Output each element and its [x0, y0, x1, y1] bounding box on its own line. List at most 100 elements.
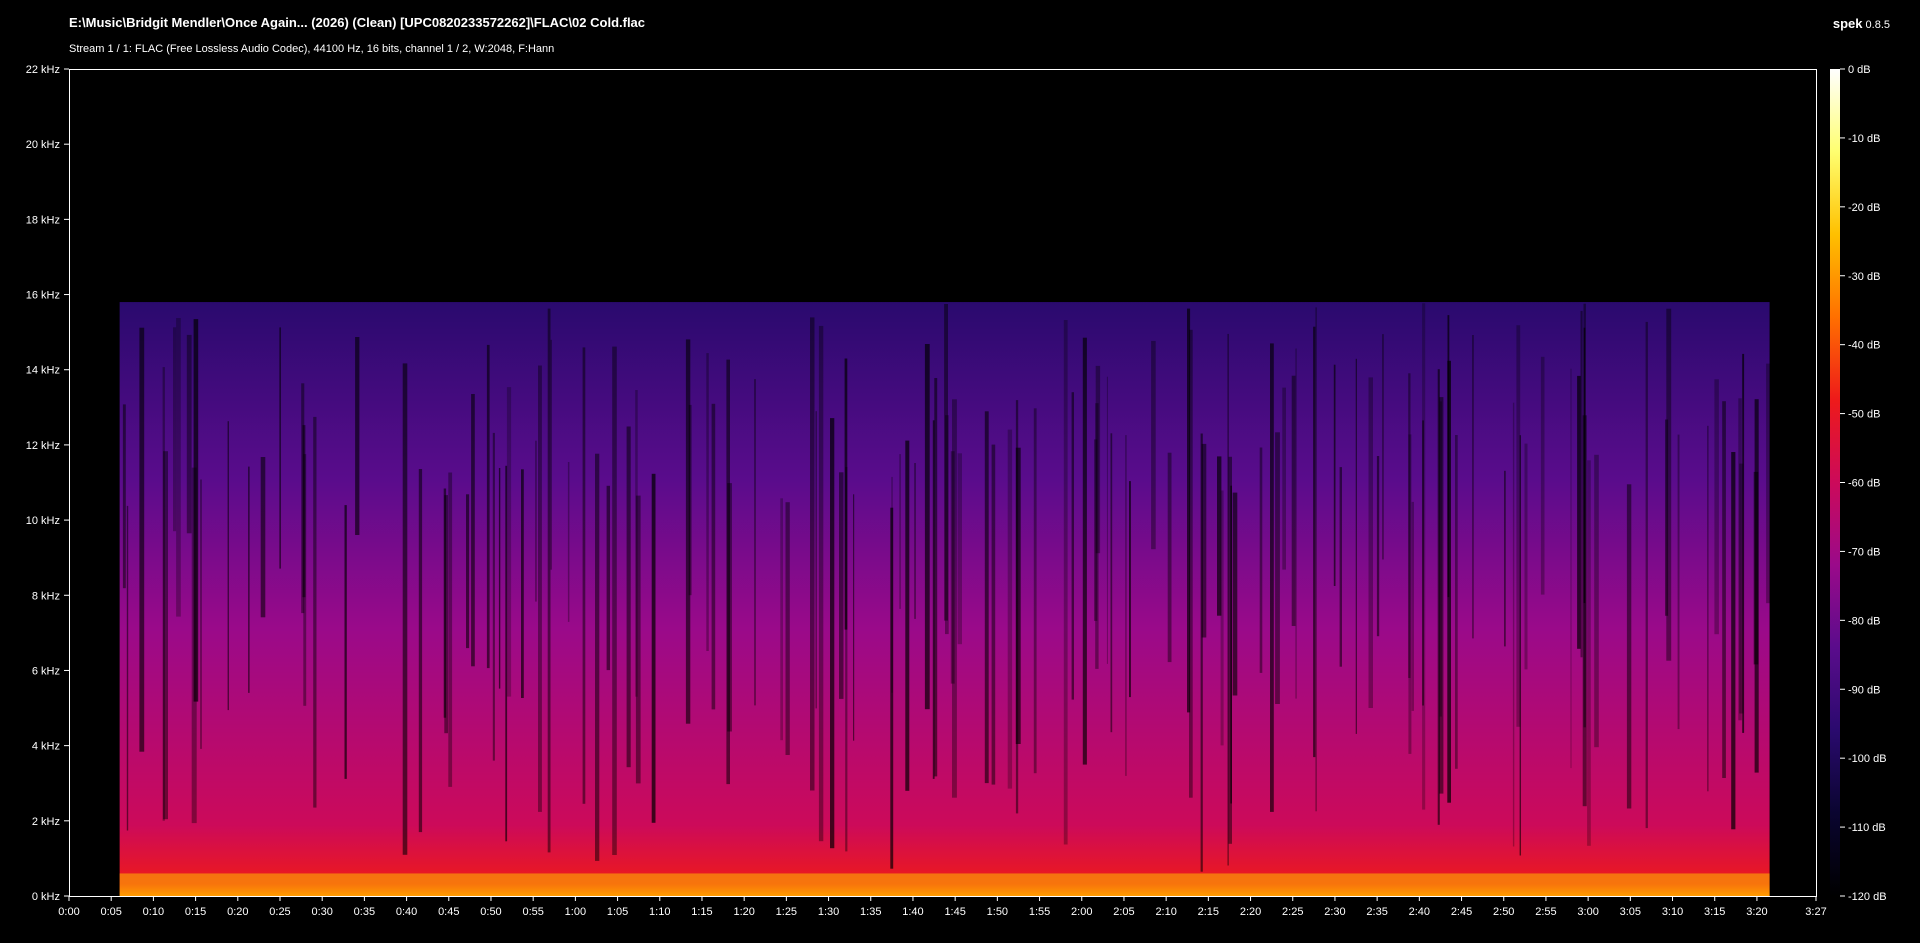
db-tick-label: -50 dB — [1848, 409, 1880, 421]
spectrogram-streak — [1512, 402, 1515, 847]
spectrogram-streak — [1722, 401, 1726, 778]
spectrogram-streak — [1411, 501, 1414, 711]
spectrogram-streak — [505, 465, 508, 842]
db-tick-label: -100 dB — [1848, 753, 1887, 765]
time-tick-label: 2:20 — [1240, 906, 1261, 918]
time-tick-label: 2:45 — [1451, 906, 1472, 918]
time-tick-label: 1:15 — [691, 906, 712, 918]
spectrogram-streak — [1033, 408, 1037, 774]
spectrogram-streak — [418, 469, 423, 833]
spectrogram-streak — [402, 363, 408, 855]
spectrogram-streak — [1355, 358, 1357, 734]
spectrogram-streak — [1580, 310, 1583, 658]
time-tick-label: 2:00 — [1071, 906, 1092, 918]
time-tick-label: 1:10 — [649, 906, 670, 918]
spectrogram-streak — [1071, 392, 1074, 700]
spectrogram-streak — [126, 505, 129, 831]
time-tick-label: 0:50 — [480, 906, 501, 918]
frequency-tick-label: 6 kHz — [32, 665, 60, 677]
spectrogram-streak — [1439, 397, 1444, 794]
spectrogram-streak — [139, 327, 145, 752]
spectrogram-streak — [1422, 420, 1424, 706]
time-tick-label: 1:20 — [733, 906, 754, 918]
spectrogram-streak — [726, 359, 730, 785]
spectrogram-streak — [443, 488, 447, 718]
frequency-tick-label: 8 kHz — [32, 590, 60, 602]
spectrogram-streak — [471, 394, 475, 667]
frequency-tick-label: 12 kHz — [26, 440, 60, 452]
spectrogram-bass-band — [119, 873, 1770, 896]
spectrogram-streak — [934, 378, 938, 777]
spectrogram-streak — [780, 498, 783, 741]
time-tick-label: 3:00 — [1577, 906, 1598, 918]
spectrogram-streak — [1333, 364, 1336, 586]
spectrogram-streak — [815, 411, 817, 709]
spectrogram-streak — [122, 404, 126, 589]
db-scale: 0 dB -10 dB -20 dB -30 dB -40 dB -50 dB -60 dB… — [1830, 64, 1887, 903]
spectrogram-streak — [1540, 356, 1545, 595]
time-tick-label: 3:15 — [1704, 906, 1725, 918]
spectrogram-streak — [785, 502, 790, 755]
time-tick-label: 2:35 — [1366, 906, 1387, 918]
spectrogram-streak — [355, 337, 360, 535]
spectrogram-streak — [1376, 456, 1380, 637]
spectrogram-streak — [1408, 373, 1411, 678]
spectrogram-streak — [1766, 363, 1771, 604]
frequency-tick-label: 2 kHz — [32, 816, 60, 828]
spectrogram-streak — [957, 453, 962, 645]
spectrogram-streak — [1187, 308, 1191, 713]
frequency-tick-label: 16 kHz — [26, 290, 60, 302]
spectrogram-streak — [1129, 481, 1131, 698]
spectrogram-streak — [1259, 447, 1263, 673]
time-tick-label: 0:35 — [354, 906, 375, 918]
spectrogram-streak — [1095, 403, 1099, 669]
spectrogram-streak — [498, 468, 501, 689]
spectrogram-streak — [984, 411, 989, 784]
time-tick-label: 1:25 — [776, 906, 797, 918]
spectrogram-streak — [1270, 343, 1274, 812]
time-tick-label: 2:15 — [1198, 906, 1219, 918]
spectrogram-streak — [193, 319, 199, 702]
spectrogram-streak — [1519, 435, 1521, 856]
spectrogram-streak — [1201, 443, 1207, 638]
spectrogram-streak — [1313, 326, 1316, 758]
spectrogram-streak — [1110, 433, 1113, 733]
spectrogram-streak — [173, 327, 177, 532]
spectrogram-streak — [651, 473, 656, 823]
db-tick-label: -10 dB — [1848, 133, 1880, 145]
db-tick-label: -110 dB — [1848, 822, 1886, 834]
time-tick-label: 0:55 — [522, 906, 543, 918]
spectrogram-streak — [448, 472, 453, 787]
spectrogram-streak — [1063, 320, 1068, 845]
spectrogram-streak — [711, 403, 716, 710]
spectrogram-streak — [1524, 443, 1528, 670]
db-tick-label: -80 dB — [1848, 615, 1880, 627]
time-axis: 0:00 0:05 0:10 0:15 0:20 0:25 0:30 0:35 0:40 0:45… — [58, 896, 1827, 918]
spectrogram-streak — [547, 308, 551, 853]
time-tick-label: 0:40 — [396, 906, 417, 918]
time-tick-label: 1:55 — [1029, 906, 1050, 918]
time-tick-label: 0:00 — [58, 906, 79, 918]
frequency-tick-label: 4 kHz — [32, 741, 60, 753]
spectrogram-streak — [186, 334, 192, 534]
db-tick-label: -20 dB — [1848, 202, 1880, 214]
spectrogram-streak — [582, 347, 586, 804]
spectrogram-streak — [635, 390, 638, 697]
time-tick-label: 1:30 — [818, 906, 839, 918]
spectrogram-streak — [1368, 377, 1373, 708]
spectrogram-streak — [626, 426, 631, 768]
time-tick-label: 1:00 — [565, 906, 586, 918]
spectrogram-streak — [839, 472, 844, 699]
spectrogram-streak — [1275, 432, 1280, 704]
spectrogram-streak — [685, 339, 691, 724]
db-colorbar — [1830, 69, 1840, 896]
spectrogram-streak — [492, 432, 495, 761]
spectrogram-streak — [344, 505, 347, 779]
frequency-tick-label: 10 kHz — [26, 515, 60, 527]
spectrogram-streak — [1626, 484, 1632, 809]
spectrogram-streak — [853, 494, 855, 741]
spectrogram-streak — [706, 353, 709, 651]
spectrogram-chart: 0:00 0:05 0:10 0:15 0:20 0:25 0:30 0:35 0:40 0:45… — [26, 64, 1887, 918]
frequency-tick-label: 22 kHz — [26, 64, 60, 76]
spek-window: E:\Music\Bridgit Mendler\Once Again... (… — [0, 0, 1920, 943]
